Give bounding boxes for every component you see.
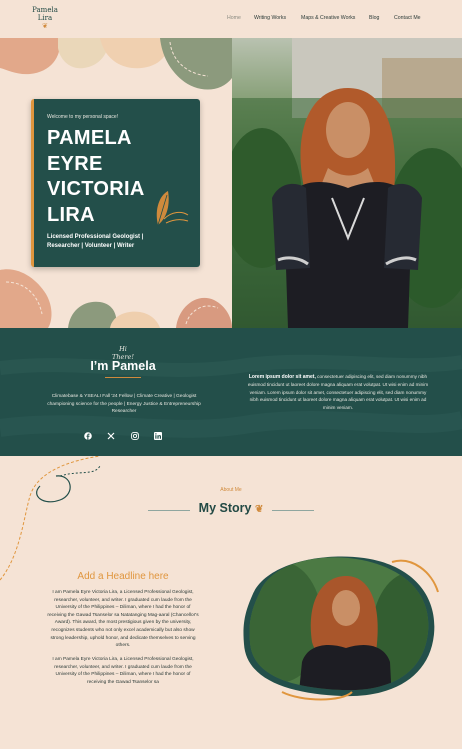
story-paragraph-1: I am Pamela Eyre Victoria Lira, a Licens…	[47, 590, 199, 649]
leaf-icon	[156, 191, 189, 226]
hero-tagline: Licensed Professional Geologist | Resear…	[47, 234, 144, 249]
intro-description: Lorem ipsum dolor sit amet, consectetuer…	[246, 373, 430, 411]
instagram-icon[interactable]	[131, 432, 139, 440]
main-nav: Home Writing Works Maps & Creative Works…	[0, 15, 462, 25]
hero-welcome-text: Welcome to my personal space!	[47, 114, 119, 120]
nav-home[interactable]: Home	[227, 15, 241, 21]
linkedin-icon[interactable]	[154, 432, 162, 440]
story-paragraph-2: I am Pamela Eyre Victoria Lira, a Licens…	[52, 657, 194, 685]
intro-heading-underline	[105, 377, 141, 378]
logo-line-1: Pamela	[32, 6, 58, 14]
intro-roles-text: Climatebase & YSEALI Fall '24 Fellow | C…	[47, 394, 201, 415]
hero-portrait-photo	[232, 38, 462, 328]
site-header: Pamela Lira ❦ Home Writing Works Maps & …	[0, 0, 462, 38]
intro-heading: I’m Pamela	[90, 359, 156, 373]
nav-writing-works[interactable]: Writing Works	[254, 15, 286, 21]
nav-maps-creative-works[interactable]: Maps & Creative Works	[301, 15, 355, 21]
x-twitter-icon[interactable]	[107, 432, 115, 440]
nav-contact-me[interactable]: Contact Me	[394, 15, 421, 21]
intro-section: Hi There! I’m Pamela Climatebase & YSEAL…	[0, 328, 462, 456]
story-portrait-photo	[243, 556, 439, 701]
hero-intro-card: Welcome to my personal space! PAMELA EYR…	[31, 99, 200, 267]
story-title-text: My Story	[198, 501, 252, 515]
nav-blog[interactable]: Blog	[369, 15, 379, 21]
about-me-label: About Me	[220, 487, 242, 493]
story-title: My Story ❦	[181, 501, 281, 515]
social-links	[84, 432, 164, 442]
story-headline: Add a Headline here	[77, 571, 169, 582]
facebook-icon[interactable]	[84, 432, 92, 440]
portrait-illustration	[232, 38, 462, 328]
intro-description-lead: Lorem ipsum dolor sit amet,	[248, 374, 316, 380]
story-title-rule-right	[272, 510, 314, 511]
leaf-icon: ❦	[254, 504, 264, 515]
